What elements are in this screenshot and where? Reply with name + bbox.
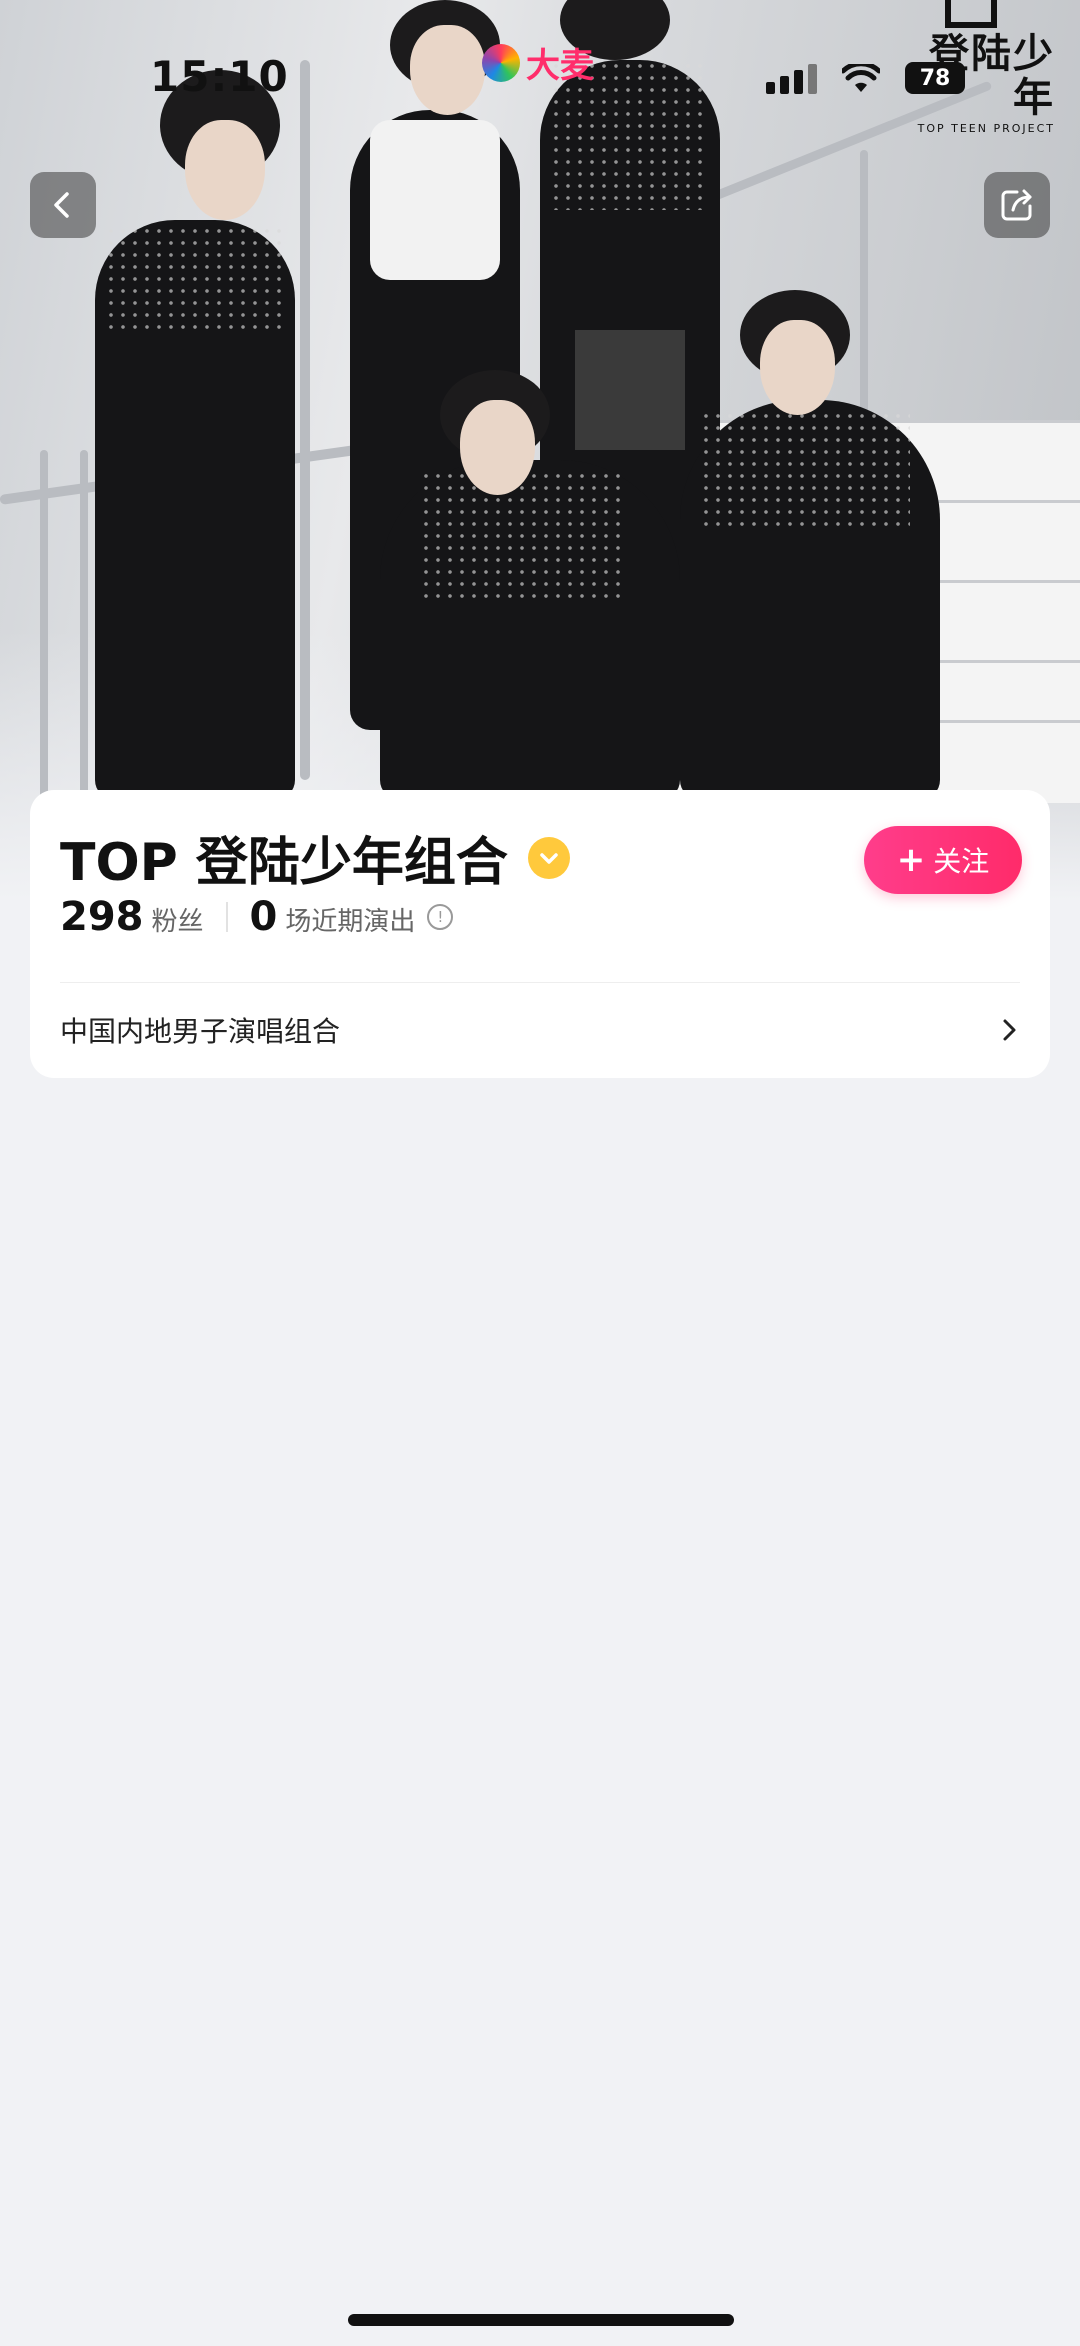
artist-description: 中国内地男子演唱组合 (60, 1015, 341, 1048)
wifi-icon (842, 64, 880, 92)
member-skirt (575, 330, 685, 450)
artist-hero-photo (0, 0, 1080, 900)
signal-bar (808, 64, 817, 94)
artist-stats: 298 粉丝 0 场近期演出 ! (60, 894, 454, 940)
card-divider (60, 982, 1020, 983)
artist-page: 登陆少年 TOP TEEN PROJECT 15:10 大麦 78 TOP 登陆… (0, 0, 1080, 2346)
member-face (460, 400, 535, 495)
artist-info-card: TOP 登陆少年组合 + 关注 298 粉丝 0 场近期演出 ! 中国内地男子演… (30, 790, 1050, 1078)
artist-description-row[interactable]: 中国内地男子演唱组合 (60, 1002, 1020, 1058)
photo-railing (40, 450, 48, 800)
member-face (185, 120, 265, 220)
photo-railing (80, 450, 88, 800)
status-time: 15:10 (150, 52, 289, 101)
member-face (410, 25, 485, 115)
status-app-indicator: 大麦 (482, 38, 594, 87)
signal-bar (780, 76, 789, 94)
share-icon (1001, 189, 1032, 221)
stats-divider (225, 902, 228, 932)
plus-icon: + (896, 840, 926, 880)
battery-icon: 78 (905, 62, 965, 94)
artist-name-row: TOP 登陆少年组合 (60, 820, 570, 895)
chevron-right-icon (1003, 1019, 1016, 1041)
back-button[interactable] (30, 172, 96, 238)
member-white-shirt (370, 120, 500, 280)
info-icon[interactable]: ! (427, 904, 454, 930)
member-studs (420, 470, 620, 600)
member-face (760, 320, 835, 415)
app-logo-icon (482, 43, 520, 82)
member-studs (105, 225, 285, 335)
brand-logo-subtext: TOP TEEN PROJECT (917, 122, 1055, 135)
photo-railing (860, 150, 868, 450)
brand-logo-mark (945, 0, 997, 28)
photo-railing (300, 60, 310, 780)
chevron-left-icon (54, 192, 69, 218)
status-app-name: 大麦 (526, 46, 594, 86)
fans-label: 粉丝 (151, 907, 204, 937)
share-button[interactable] (984, 172, 1050, 238)
follow-label: 关注 (933, 845, 990, 878)
artist-name: TOP 登陆少年组合 (60, 833, 508, 893)
shows-count: 0 (249, 894, 278, 940)
battery-level: 78 (919, 65, 951, 91)
member-studs (700, 410, 910, 530)
follow-button[interactable]: + 关注 (864, 826, 1022, 894)
signal-bar (794, 70, 803, 94)
home-indicator[interactable] (348, 2314, 734, 2326)
verified-badge-icon (527, 836, 570, 879)
fans-count: 298 (60, 894, 144, 940)
signal-bar (766, 82, 775, 94)
cellular-signal-icon (766, 64, 817, 94)
shows-label: 场近期演出 (285, 907, 416, 937)
